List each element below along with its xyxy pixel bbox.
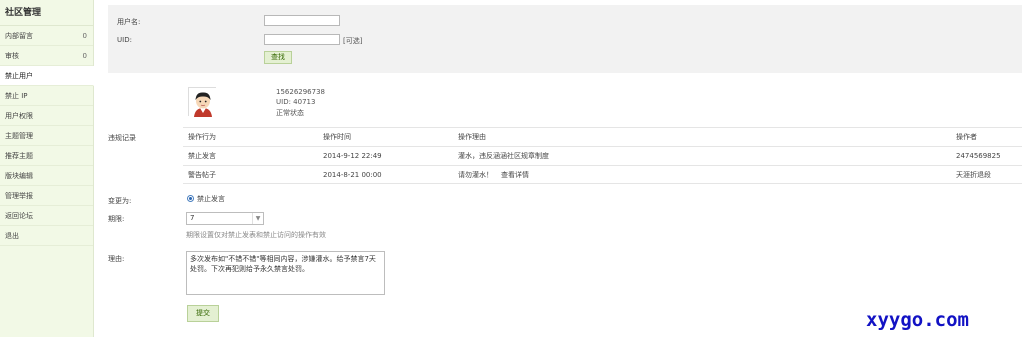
sidebar-item-label: 管理举报 (5, 192, 33, 200)
uid-optional-hint: [可选] (343, 37, 363, 45)
cell-time: 2014-9-12 22:49 (323, 152, 382, 160)
sidebar-item-label: 内部留言 (5, 32, 33, 40)
header-action: 操作行为 (188, 133, 216, 141)
ban-speech-radio[interactable] (187, 195, 194, 202)
records-label: 违规记录 (108, 134, 136, 142)
cell-action: 禁止发言 (188, 152, 216, 160)
sidebar-item-label: 主题管理 (5, 132, 33, 140)
sidebar-item-manage-reports[interactable]: 管理举报 (0, 186, 93, 206)
sidebar-item-user-permissions[interactable]: 用户权限 (0, 106, 93, 126)
sidebar-item-label: 版块编辑 (5, 172, 33, 180)
sidebar-item-back-to-forum[interactable]: 返回论坛 (0, 206, 93, 226)
sidebar: 社区管理 内部留言 0 审核 0 禁止用户 禁止 IP 用户权限 主题管理 推荐… (0, 0, 94, 337)
reason-label: 理由: (108, 255, 125, 263)
sidebar-item-label: 审核 (5, 52, 19, 60)
user-name: 15626296738 (276, 88, 325, 96)
header-operator: 操作者 (956, 133, 977, 141)
period-select[interactable]: 7 ▼ (186, 212, 264, 225)
sidebar-item-count: 0 (82, 32, 87, 40)
sidebar-item-logout[interactable]: 退出 (0, 226, 93, 246)
view-details-link[interactable]: 查看详情 (501, 166, 529, 185)
table-row: 警告帖子 2014-8-21 00:00 请勿灌水！ 查看详情 天涯折退段 (183, 165, 1022, 184)
uid-input[interactable] (264, 34, 340, 45)
reason-textarea[interactable]: 多次发布如"不错不错"等相同内容，涉嫌灌水。给予禁言7天处罚。下次再犯则给予永久… (186, 251, 385, 295)
username-label: 用户名: (117, 18, 141, 26)
header-time: 操作时间 (323, 133, 351, 141)
username-input[interactable] (264, 15, 340, 26)
sidebar-item-label: 推荐主题 (5, 152, 33, 160)
sidebar-item-label: 用户权限 (5, 112, 33, 120)
cell-reason: 灌水，违反涵涵社区规章制度 (458, 152, 549, 160)
uid-label: UID: (117, 36, 132, 44)
search-button[interactable]: 查找 (264, 51, 292, 64)
sidebar-item-label: 返回论坛 (5, 212, 33, 220)
sidebar-item-recommended-topics[interactable]: 推荐主题 (0, 146, 93, 166)
sidebar-item-label: 禁止用户 (5, 72, 33, 80)
period-select-value: 7 (190, 214, 195, 222)
sidebar-item-count: 0 (82, 52, 87, 60)
sidebar-item-internal-messages[interactable]: 内部留言 0 (0, 26, 93, 46)
header-reason: 操作理由 (458, 133, 486, 141)
cell-reason: 请勿灌水！ (458, 171, 493, 179)
table-header-row: 操作行为 操作时间 操作理由 操作者 (183, 127, 1022, 146)
sidebar-item-label: 禁止 IP (5, 92, 28, 100)
period-label: 期限: (108, 215, 125, 223)
chevron-down-icon: ▼ (252, 213, 263, 224)
sidebar-item-board-edit[interactable]: 版块编辑 (0, 166, 93, 186)
submit-button[interactable]: 提交 (187, 305, 219, 322)
sidebar-item-ban-ip[interactable]: 禁止 IP (0, 86, 93, 106)
change-to-label: 变更为: (108, 197, 132, 205)
sidebar-item-topic-management[interactable]: 主题管理 (0, 126, 93, 146)
user-avatar-icon (188, 87, 217, 117)
sidebar-item-ban-user[interactable]: 禁止用户 (0, 66, 94, 86)
table-row: 禁止发言 2014-9-12 22:49 灌水，违反涵涵社区规章制度 24745… (183, 146, 1022, 165)
cell-time: 2014-8-21 00:00 (323, 171, 382, 179)
sidebar-item-moderation[interactable]: 审核 0 (0, 46, 93, 66)
ban-speech-radio-label: 禁止发言 (197, 195, 225, 203)
cell-operator: 天涯折退段 (956, 171, 991, 179)
period-note: 期限设置仅对禁止发表和禁止访问的操作有效 (186, 231, 326, 239)
sidebar-item-label: 退出 (5, 232, 19, 240)
user-uid: UID: 40713 (276, 98, 316, 106)
watermark: xyygo.com (866, 309, 969, 331)
sidebar-title: 社区管理 (0, 0, 93, 26)
cell-action: 警告帖子 (188, 171, 216, 179)
user-status: 正常状态 (276, 109, 304, 117)
search-panel: 用户名: UID: [可选] (108, 5, 1022, 73)
cell-operator: 2474569825 (956, 152, 1001, 160)
